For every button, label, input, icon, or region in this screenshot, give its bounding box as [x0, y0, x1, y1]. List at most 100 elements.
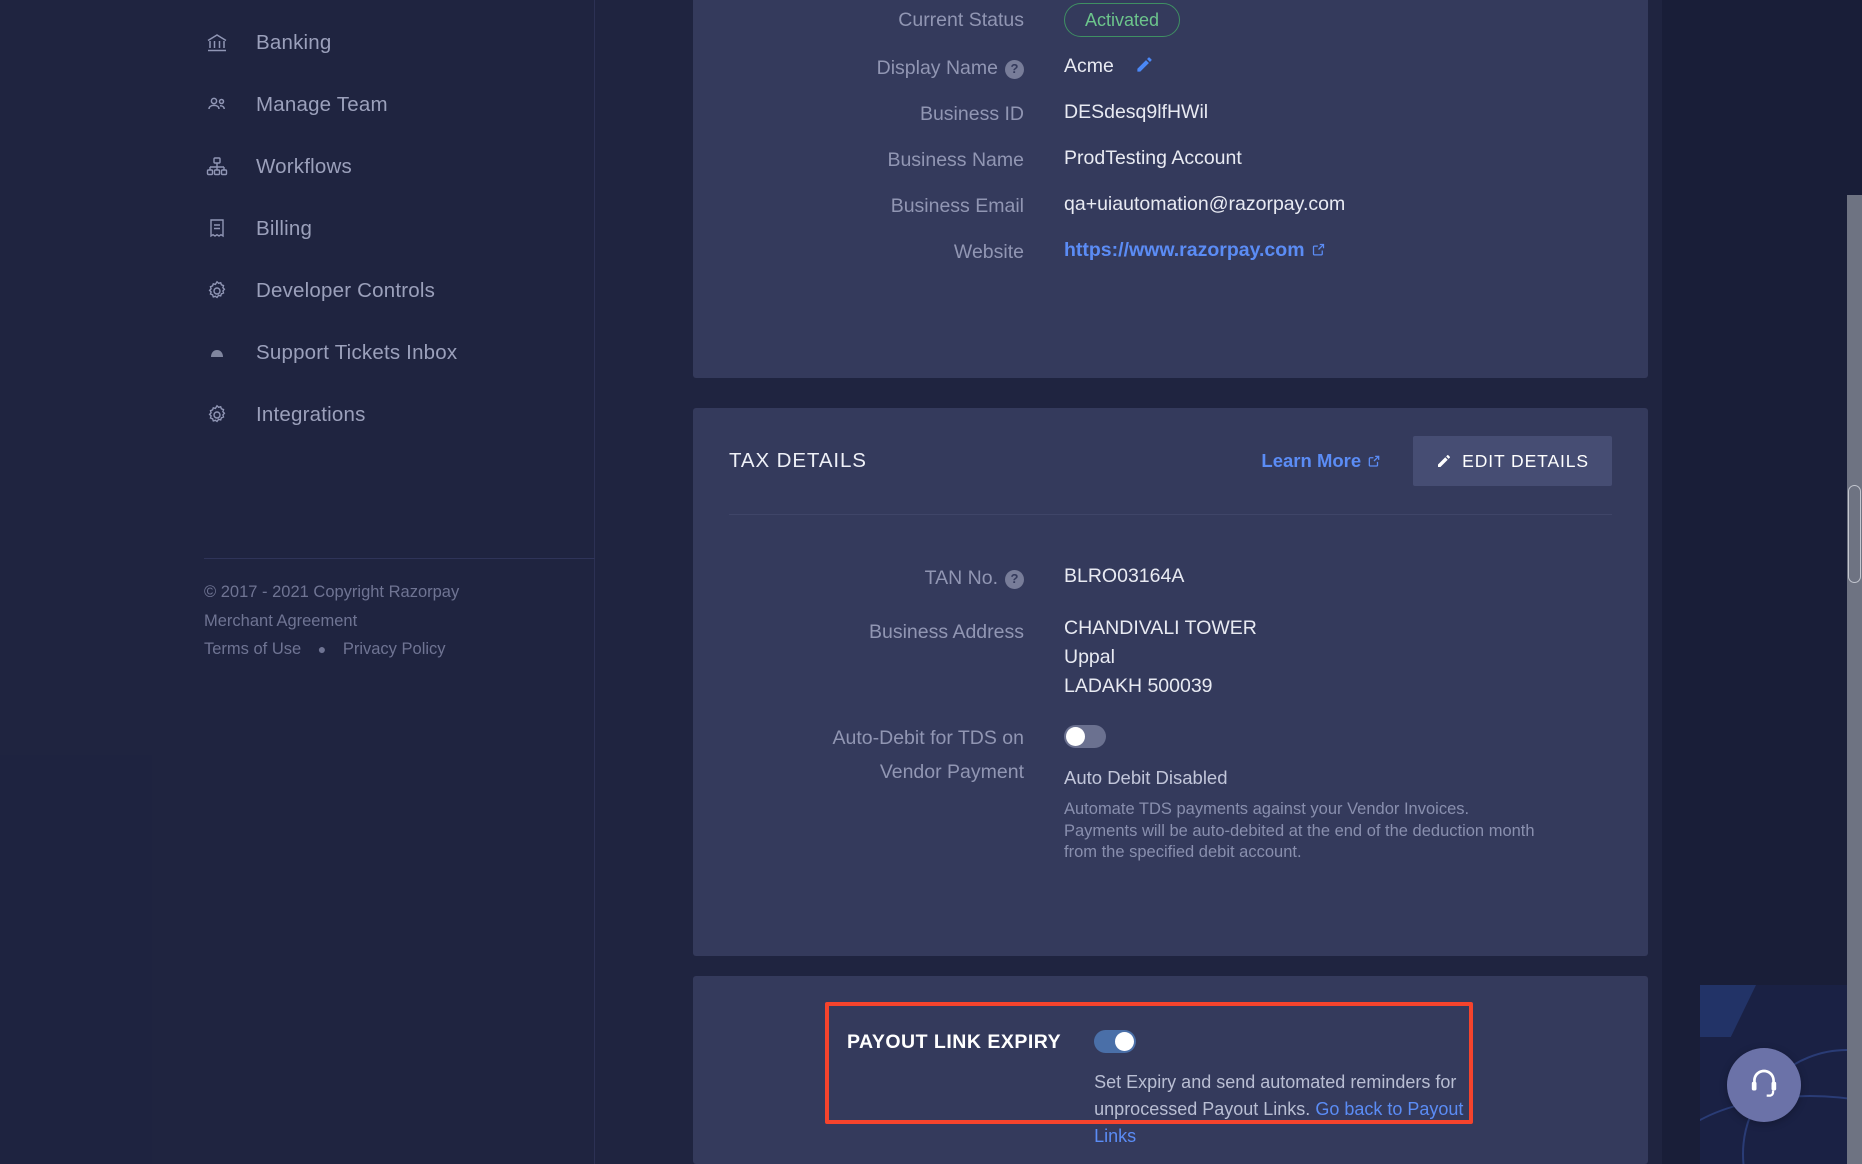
- row-value-business-address: CHANDIVALI TOWER Uppal LADAKH 500039: [1064, 615, 1612, 699]
- sidebar-item-label: Developer Controls: [256, 279, 436, 302]
- status-badge: Activated: [1064, 3, 1181, 37]
- external-link-icon: [1367, 451, 1381, 472]
- row-business-address: Business Address CHANDIVALI TOWER Uppal …: [693, 615, 1648, 699]
- row-tan-no: TAN No.? BLRO03164A: [693, 561, 1648, 593]
- payout-link-expiry-content: PAYOUT LINK EXPIRY Set Expiry and send a…: [825, 1002, 1473, 1146]
- row-label-tan-no: TAN No.?: [729, 561, 1064, 593]
- payout-link-expiry-description: Set Expiry and send automated reminders …: [1094, 1069, 1473, 1150]
- sidebar-nav-list: Banking Manage Team Workflows Billing De…: [152, 0, 594, 446]
- inbox-icon: [204, 340, 230, 366]
- row-label-text: Display Name: [876, 57, 998, 79]
- sidebar-item-manage-team[interactable]: Manage Team: [152, 74, 594, 136]
- tax-details-card: TAX DETAILS Learn More EDIT DETAILS TAN …: [693, 408, 1648, 956]
- display-name-value: Acme: [1064, 55, 1114, 77]
- background-band-left: [0, 755, 152, 1164]
- help-icon[interactable]: ?: [1005, 59, 1024, 79]
- payout-link-expiry-controls: Set Expiry and send automated reminders …: [1094, 1030, 1473, 1150]
- website-link[interactable]: https://www.razorpay.com: [1064, 239, 1305, 261]
- sidebar-item-label: Integrations: [256, 403, 366, 426]
- sidebar: Banking Manage Team Workflows Billing De…: [152, 0, 595, 1164]
- row-value-business-id: DESdesq9lfHWil: [1064, 101, 1209, 123]
- business-details-card: Current Status Activated Display Name? A…: [693, 0, 1648, 378]
- row-value-tan-no: BLRO03164A: [1064, 565, 1185, 587]
- auto-debit-description: Automate TDS payments against your Vendo…: [1064, 800, 1535, 861]
- payout-link-expiry-card: PAYOUT LINK EXPIRY Set Expiry and send a…: [693, 976, 1648, 1164]
- auto-debit-toggle[interactable]: [1064, 725, 1106, 749]
- gear-icon: [204, 402, 230, 428]
- sidebar-item-label: Banking: [256, 31, 332, 54]
- sidebar-item-banking[interactable]: Banking: [152, 12, 594, 74]
- sidebar-item-integrations[interactable]: Integrations: [152, 384, 594, 446]
- row-label-business-address: Business Address: [868, 621, 1024, 643]
- payout-link-expiry-toggle[interactable]: [1094, 1030, 1137, 1053]
- address-line: LADAKH 500039: [1064, 675, 1213, 697]
- tax-card-divider: [729, 514, 1612, 515]
- auto-debit-label-line-2: Vendor Payment: [879, 761, 1024, 783]
- footer-legal-links: Terms of Use ● Privacy Policy: [204, 635, 595, 664]
- sidebar-item-developer-controls[interactable]: Developer Controls: [152, 260, 594, 322]
- app-root: Banking Manage Team Workflows Billing De…: [0, 0, 1862, 1164]
- row-label-current-status: Current Status: [898, 9, 1024, 31]
- row-label-auto-debit: Auto-Debit for TDS on Vendor Payment: [729, 721, 1064, 787]
- bank-icon: [204, 30, 230, 56]
- address-line: CHANDIVALI TOWER: [1064, 617, 1257, 639]
- sidebar-item-billing[interactable]: Billing: [152, 198, 594, 260]
- sidebar-item-label: Workflows: [256, 155, 352, 178]
- row-value-display-name: Acme: [1064, 51, 1612, 83]
- row-display-name: Display Name? Acme: [693, 51, 1648, 83]
- row-label-business-id: Business ID: [919, 103, 1024, 125]
- row-value-auto-debit: Auto Debit Disabled Automate TDS payment…: [1064, 721, 1612, 864]
- row-value-current-status: Activated: [1064, 3, 1612, 37]
- privacy-policy-link[interactable]: Privacy Policy: [343, 640, 446, 658]
- sidebar-item-label: Support Tickets Inbox: [256, 341, 458, 364]
- sitemap-icon: [204, 154, 230, 180]
- toggle-knob: [1066, 727, 1085, 747]
- page-title: TAX DETAILS: [729, 449, 867, 472]
- row-value-website: https://www.razorpay.com: [1064, 235, 1612, 266]
- auto-debit-state-label: Auto Debit Disabled: [1064, 767, 1228, 788]
- receipt-icon: [204, 216, 230, 242]
- row-website: Website https://www.razorpay.com: [693, 235, 1648, 267]
- merchant-agreement-link[interactable]: Merchant Agreement: [204, 612, 357, 630]
- sidebar-footer: © 2017 - 2021 Copyright Razorpay Merchan…: [204, 578, 595, 664]
- merchant-agreement-link-row: Merchant Agreement: [204, 607, 595, 636]
- row-business-id: Business ID DESdesq9lfHWil: [693, 97, 1648, 129]
- row-value-business-name: ProdTesting Account: [1064, 147, 1242, 169]
- row-label-text: TAN No.: [924, 567, 998, 589]
- tax-details-header: TAX DETAILS Learn More EDIT DETAILS: [693, 408, 1648, 514]
- row-business-email: Business Email qa+uiautomation@razorpay.…: [693, 189, 1648, 221]
- row-label-display-name: Display Name?: [729, 51, 1064, 83]
- auto-debit-label-line-1: Auto-Debit for TDS on: [832, 727, 1024, 749]
- pencil-icon: [1436, 453, 1452, 469]
- sidebar-item-workflows[interactable]: Workflows: [152, 136, 594, 198]
- sidebar-item-label: Billing: [256, 217, 313, 240]
- row-label-business-email: Business Email: [890, 195, 1024, 217]
- edit-details-button[interactable]: EDIT DETAILS: [1413, 436, 1612, 486]
- row-value-business-email: qa+uiautomation@razorpay.com: [1064, 193, 1346, 215]
- page-scrollbar-thumb[interactable]: [1848, 485, 1861, 583]
- sidebar-divider: [204, 558, 595, 559]
- gear-icon: [204, 278, 230, 304]
- external-link-icon: [1311, 240, 1326, 262]
- footer-separator-dot: ●: [317, 641, 327, 658]
- row-auto-debit-tds: Auto-Debit for TDS on Vendor Payment Aut…: [693, 721, 1648, 864]
- row-current-status: Current Status Activated: [693, 3, 1648, 37]
- row-label-business-name: Business Name: [887, 149, 1024, 171]
- copyright-text: © 2017 - 2021 Copyright Razorpay: [204, 583, 460, 601]
- row-label-website: Website: [953, 241, 1024, 263]
- row-business-name: Business Name ProdTesting Account: [693, 143, 1648, 175]
- terms-of-use-link[interactable]: Terms of Use: [204, 640, 301, 658]
- support-chat-button[interactable]: [1727, 1048, 1801, 1122]
- headset-icon: [1747, 1066, 1781, 1105]
- edit-pencil-icon[interactable]: [1135, 53, 1154, 83]
- page-scrollbar-track[interactable]: [1847, 195, 1862, 1164]
- edit-details-label: EDIT DETAILS: [1462, 450, 1589, 471]
- sidebar-item-support-tickets-inbox[interactable]: Support Tickets Inbox: [152, 322, 594, 384]
- people-icon: [204, 92, 230, 118]
- address-line: Uppal: [1064, 646, 1115, 668]
- help-icon[interactable]: ?: [1005, 569, 1024, 589]
- payout-link-expiry-title: PAYOUT LINK EXPIRY: [847, 1031, 1062, 1053]
- learn-more-link[interactable]: Learn More: [1261, 450, 1381, 473]
- learn-more-label: Learn More: [1261, 449, 1362, 471]
- main-content: Current Status Activated Display Name? A…: [596, 0, 1838, 1164]
